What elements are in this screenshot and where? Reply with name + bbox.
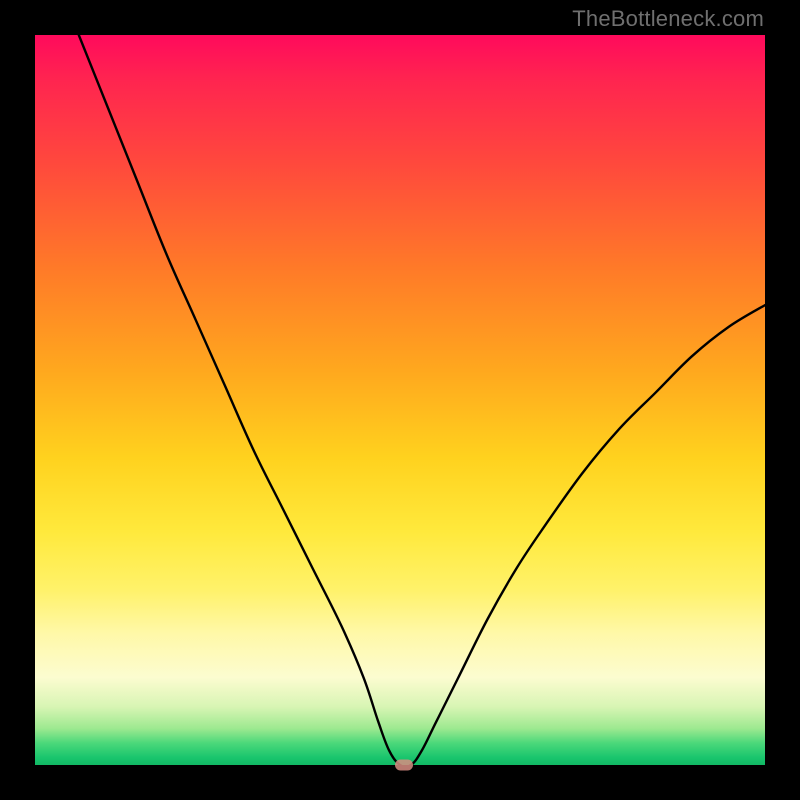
optimal-marker: [395, 760, 413, 771]
plot-area: [35, 35, 765, 765]
watermark-text: TheBottleneck.com: [572, 6, 764, 32]
curve-path: [79, 35, 765, 765]
bottleneck-curve: [35, 35, 765, 765]
chart-stage: TheBottleneck.com: [0, 0, 800, 800]
